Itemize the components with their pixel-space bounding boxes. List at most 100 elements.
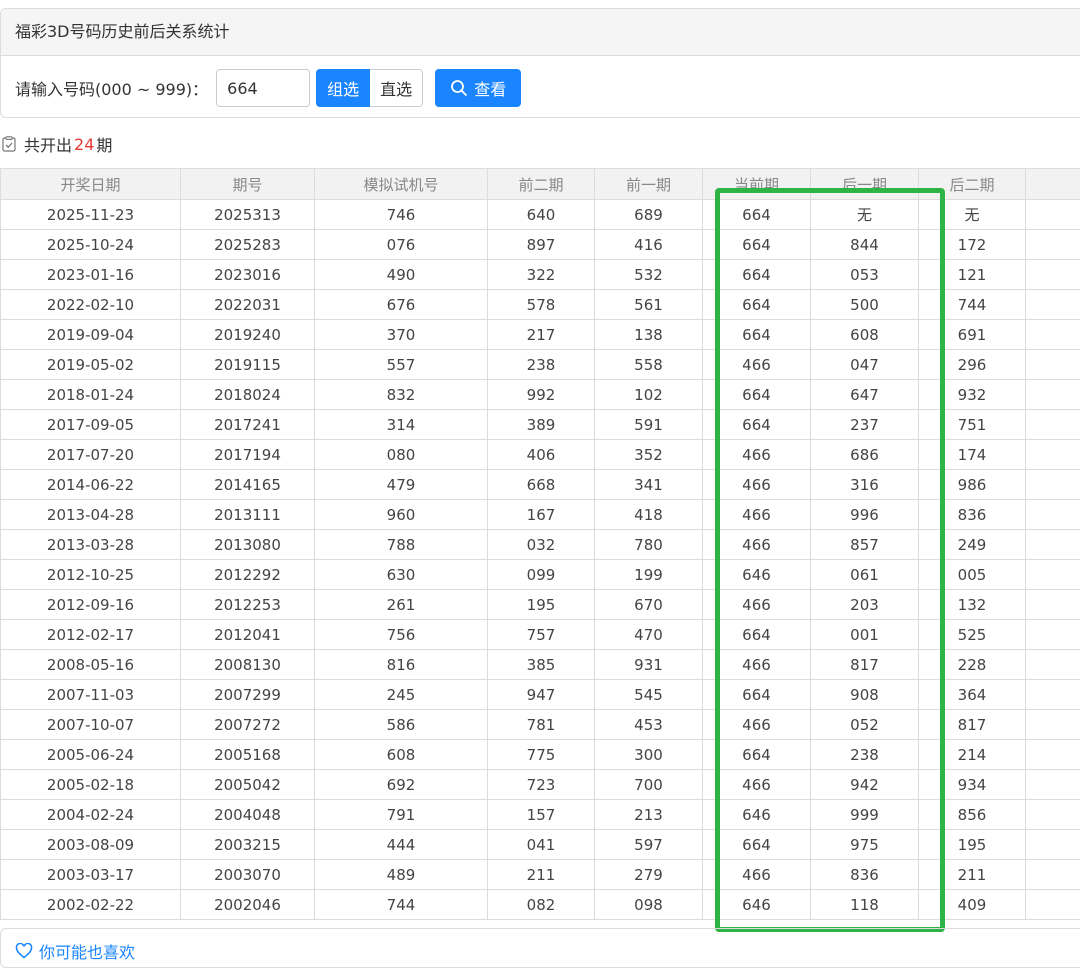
cell-action[interactable]: 查 xyxy=(1026,680,1080,710)
cell-test-number: 746 xyxy=(315,200,488,230)
cell-action[interactable]: 查 xyxy=(1026,710,1080,740)
cell-action[interactable]: 查 xyxy=(1026,650,1080,680)
cell-next-2: 211 xyxy=(919,860,1026,890)
cell-next-1: 844 xyxy=(811,230,919,260)
table-row: 2023-01-162023016490322532664053121查 xyxy=(1,260,1080,290)
cell-current: 646 xyxy=(703,560,811,590)
header-prev-1[interactable]: 前一期 xyxy=(595,169,703,200)
cell-action[interactable]: 查 xyxy=(1026,320,1080,350)
cell-test-number: 744 xyxy=(315,890,488,920)
table-row: 2025-10-242025283076897416664844172查 xyxy=(1,230,1080,260)
cell-next-2: 195 xyxy=(919,830,1026,860)
cell-draw-date: 2025-11-23 xyxy=(1,200,181,230)
cell-prev-2: 389 xyxy=(488,410,595,440)
cell-issue: 2003070 xyxy=(181,860,315,890)
cell-test-number: 788 xyxy=(315,530,488,560)
header-prev-2[interactable]: 前二期 xyxy=(488,169,595,200)
cell-prev-2: 238 xyxy=(488,350,595,380)
cell-action[interactable]: 查 xyxy=(1026,620,1080,650)
header-issue[interactable]: 期号 xyxy=(181,169,315,200)
cell-next-2: 856 xyxy=(919,800,1026,830)
header-next-2[interactable]: 后二期 xyxy=(919,169,1026,200)
cell-prev-1: 597 xyxy=(595,830,703,860)
cell-issue: 2012041 xyxy=(181,620,315,650)
cell-action[interactable]: 查 xyxy=(1026,200,1080,230)
cell-current: 664 xyxy=(703,740,811,770)
cell-prev-2: 775 xyxy=(488,740,595,770)
checklist-icon xyxy=(2,136,16,152)
cell-action[interactable]: 查 xyxy=(1026,860,1080,890)
header-test-number[interactable]: 模拟试机号 xyxy=(315,169,488,200)
view-button[interactable]: 查看 xyxy=(435,69,521,107)
summary-count: 24 xyxy=(74,135,94,154)
cell-current: 664 xyxy=(703,680,811,710)
cell-prev-2: 723 xyxy=(488,770,595,800)
search-icon xyxy=(450,79,468,97)
cell-action[interactable]: 查 xyxy=(1026,470,1080,500)
cell-current: 664 xyxy=(703,260,811,290)
cell-prev-1: 138 xyxy=(595,320,703,350)
cell-action[interactable]: 查 xyxy=(1026,590,1080,620)
cell-prev-2: 781 xyxy=(488,710,595,740)
header-action xyxy=(1026,169,1080,200)
cell-issue: 2012292 xyxy=(181,560,315,590)
cell-action[interactable]: 查 xyxy=(1026,740,1080,770)
cell-next-2: 744 xyxy=(919,290,1026,320)
cell-issue: 2003215 xyxy=(181,830,315,860)
cell-action[interactable]: 查 xyxy=(1026,530,1080,560)
number-input[interactable] xyxy=(216,69,310,107)
cell-action[interactable]: 查 xyxy=(1026,770,1080,800)
cell-test-number: 314 xyxy=(315,410,488,440)
table-row: 2014-06-222014165479668341466316986查 xyxy=(1,470,1080,500)
cell-test-number: 756 xyxy=(315,620,488,650)
cell-current: 646 xyxy=(703,890,811,920)
cell-prev-1: 558 xyxy=(595,350,703,380)
cell-issue: 2017241 xyxy=(181,410,315,440)
cell-next-1: 817 xyxy=(811,650,919,680)
cell-action[interactable]: 查 xyxy=(1026,230,1080,260)
summary-suffix: 期 xyxy=(96,132,112,156)
cell-issue: 2002046 xyxy=(181,890,315,920)
cell-action[interactable]: 查 xyxy=(1026,350,1080,380)
cell-current: 664 xyxy=(703,290,811,320)
cell-action[interactable]: 查 xyxy=(1026,500,1080,530)
cell-issue: 2007272 xyxy=(181,710,315,740)
cell-next-2: 409 xyxy=(919,890,1026,920)
group-select-button[interactable]: 组选 xyxy=(316,69,370,107)
cell-action[interactable]: 查 xyxy=(1026,380,1080,410)
cell-prev-1: 213 xyxy=(595,800,703,830)
cell-draw-date: 2019-05-02 xyxy=(1,350,181,380)
recommend-panel: 你可能也喜欢 xyxy=(0,928,1080,968)
header-next-1[interactable]: 后一期 xyxy=(811,169,919,200)
cell-next-2: 228 xyxy=(919,650,1026,680)
cell-test-number: 080 xyxy=(315,440,488,470)
cell-prev-1: 300 xyxy=(595,740,703,770)
cell-action[interactable]: 查 xyxy=(1026,890,1080,920)
cell-prev-2: 032 xyxy=(488,530,595,560)
cell-issue: 2005168 xyxy=(181,740,315,770)
cell-next-1: 052 xyxy=(811,710,919,740)
cell-prev-1: 352 xyxy=(595,440,703,470)
cell-action[interactable]: 查 xyxy=(1026,290,1080,320)
cell-next-2: 525 xyxy=(919,620,1026,650)
cell-draw-date: 2022-02-10 xyxy=(1,290,181,320)
cell-action[interactable]: 查 xyxy=(1026,560,1080,590)
cell-prev-2: 897 xyxy=(488,230,595,260)
cell-next-2: 691 xyxy=(919,320,1026,350)
cell-action[interactable]: 查 xyxy=(1026,440,1080,470)
cell-action[interactable]: 查 xyxy=(1026,410,1080,440)
cell-prev-2: 211 xyxy=(488,860,595,890)
header-current[interactable]: 当前期 xyxy=(703,169,811,200)
cell-action[interactable]: 查 xyxy=(1026,830,1080,860)
cell-next-2: 296 xyxy=(919,350,1026,380)
header-draw-date[interactable]: 开奖日期 xyxy=(1,169,181,200)
cell-action[interactable]: 查 xyxy=(1026,800,1080,830)
mode-toggle: 组选 直选 xyxy=(316,69,423,107)
cell-test-number: 489 xyxy=(315,860,488,890)
summary-prefix: 共开出 xyxy=(24,132,72,156)
query-panel: 福彩3D号码历史前后关系统计 请输入号码(000 ~ 999)： 组选 直选 查… xyxy=(0,8,1080,118)
cell-issue: 2023016 xyxy=(181,260,315,290)
direct-select-button[interactable]: 直选 xyxy=(370,69,423,107)
cell-prev-1: 416 xyxy=(595,230,703,260)
cell-action[interactable]: 查 xyxy=(1026,260,1080,290)
